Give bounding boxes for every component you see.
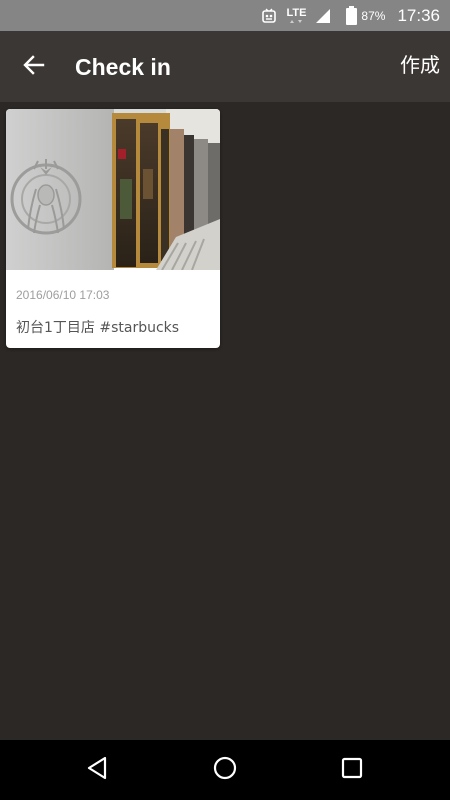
recents-square-icon [341,757,363,783]
nav-back-button[interactable] [80,755,114,785]
system-nav-bar [0,740,450,800]
home-circle-icon [213,756,237,784]
nav-home-button[interactable] [208,755,242,785]
create-button[interactable]: 作成 [400,50,440,80]
battery-percentage: 87% [361,8,386,23]
status-bar: LTE 87% 17:36 [0,0,450,31]
back-button[interactable] [14,49,54,85]
page-title: Check in [75,54,171,80]
checkin-date: 2016/06/10 17:03 [16,288,110,302]
checkin-caption: 初台1丁目店 #starbucks [16,320,180,336]
checkin-list: 2016/06/10 17:03 初台1丁目店 #starbucks [0,102,450,740]
clock: 17:36 [397,5,440,25]
signal-icon [314,7,332,25]
back-triangle-icon [86,756,108,784]
app-bar: Check in 作成 [0,31,450,102]
checkin-card[interactable]: 2016/06/10 17:03 初台1丁目店 #starbucks [6,109,220,348]
network-type-label: LTE [286,6,307,19]
arrow-back-icon [22,53,46,81]
battery-icon [346,6,358,25]
notification-icon [260,7,278,25]
nav-recents-button[interactable] [335,755,369,785]
lte-icon: LTE [286,6,307,24]
storefront-photo [6,109,220,270]
